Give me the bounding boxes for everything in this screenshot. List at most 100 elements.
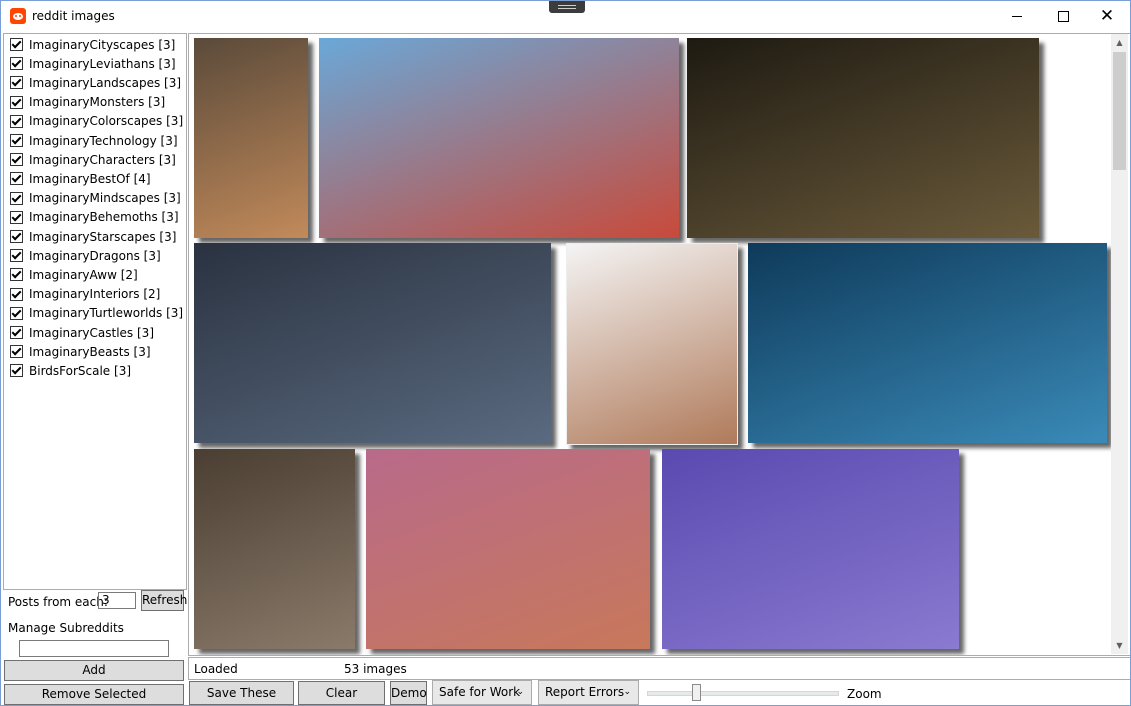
- checkbox-checked-icon[interactable]: [10, 230, 23, 243]
- minimize-button[interactable]: [994, 1, 1040, 32]
- close-icon: ✕: [1099, 6, 1115, 26]
- subreddit-item[interactable]: ImaginaryCityscapes [3]: [10, 35, 175, 54]
- save-images-button[interactable]: Save These Images: [189, 681, 294, 705]
- manage-subreddits-label: Manage Subreddits: [8, 621, 124, 635]
- checkbox-checked-icon[interactable]: [10, 210, 23, 224]
- image-gallery[interactable]: [188, 33, 1130, 656]
- subreddit-list[interactable]: ImaginaryCityscapes [3] ImaginaryLeviatha…: [3, 33, 187, 590]
- checkbox-checked-icon[interactable]: [10, 172, 23, 186]
- checkbox-checked-icon[interactable]: [10, 76, 23, 90]
- subreddit-item[interactable]: ImaginaryMonsters [3]: [10, 93, 165, 112]
- subreddit-item[interactable]: ImaginaryStarscapes [3]: [10, 227, 176, 246]
- maximize-icon: [1058, 11, 1069, 22]
- content-filter-value: Safe for Work: [439, 685, 521, 699]
- rocky-cliff-village-image[interactable]: [194, 449, 355, 649]
- add-button[interactable]: Add: [4, 660, 184, 681]
- subreddit-label: ImaginaryAww [2]: [29, 267, 138, 282]
- subreddit-label: ImaginaryLandscapes [3]: [29, 75, 182, 90]
- checkbox-checked-icon[interactable]: [10, 191, 23, 205]
- subreddit-label: ImaginaryDragons [3]: [29, 248, 161, 263]
- subreddit-label: ImaginaryLeviathans [3]: [29, 56, 176, 71]
- rainy-city-street-image[interactable]: [194, 38, 308, 238]
- subreddit-label: ImaginaryBehemoths [3]: [29, 210, 179, 225]
- gallery-scrollbar[interactable]: ▲ ▼: [1111, 34, 1128, 654]
- subreddit-item[interactable]: ImaginaryTurtleworlds [3]: [10, 304, 183, 323]
- subreddit-label: ImaginaryColorscapes [3]: [29, 114, 184, 129]
- checkbox-checked-icon[interactable]: [10, 134, 23, 147]
- subreddit-item[interactable]: ImaginaryDragons [3]: [10, 246, 161, 265]
- subreddit-label: ImaginaryTurtleworlds [3]: [29, 306, 184, 321]
- close-button[interactable]: ✕: [1084, 1, 1130, 32]
- status-text: Loaded: [194, 662, 238, 676]
- window-title: reddit images: [32, 9, 115, 23]
- checkbox-checked-icon[interactable]: [10, 95, 23, 109]
- subreddit-label: ImaginaryInteriors [2]: [29, 287, 161, 302]
- crab-monster-island-image[interactable]: [566, 243, 738, 445]
- subreddit-label: ImaginaryBestOf [4]: [29, 171, 151, 186]
- subreddit-item[interactable]: ImaginaryMindscapes [3]: [10, 189, 181, 208]
- clear-messages-button[interactable]: Clear Messages: [298, 681, 385, 705]
- giant-robots-beach-image[interactable]: [662, 449, 959, 649]
- error-reporting-dropdown[interactable]: Report Errors ⌄: [538, 680, 639, 705]
- refresh-button[interactable]: Refresh: [141, 590, 187, 611]
- underwater-whale-shark-image[interactable]: [748, 243, 1107, 443]
- subreddit-label: ImaginaryTechnology [3]: [29, 133, 178, 148]
- checkbox-checked-icon[interactable]: [10, 153, 23, 167]
- checkbox-checked-icon[interactable]: [10, 57, 23, 71]
- demo-button[interactable]: Demo: [390, 681, 427, 705]
- subreddit-item[interactable]: ImaginaryTechnology [3]: [10, 131, 178, 150]
- checkbox-checked-icon[interactable]: [10, 268, 23, 282]
- subreddit-name-input[interactable]: [19, 640, 169, 657]
- checkbox-checked-icon[interactable]: [10, 287, 23, 301]
- chevron-down-icon: ⌄: [623, 687, 631, 697]
- scroll-down-arrow-icon[interactable]: ▼: [1111, 637, 1128, 654]
- title-bar[interactable]: reddit images ✕: [1, 1, 1130, 32]
- minimize-icon: [1012, 16, 1022, 17]
- dark-batman-city-image[interactable]: [687, 38, 1039, 238]
- subreddit-item[interactable]: ImaginaryCastles [3]: [10, 323, 154, 342]
- subreddit-label: ImaginaryCharacters [3]: [29, 152, 176, 167]
- error-reporting-value: Report Errors: [545, 685, 625, 699]
- checkbox-checked-icon[interactable]: [10, 306, 23, 320]
- window-drag-grip[interactable]: [549, 1, 585, 13]
- subreddit-label: ImaginaryMonsters [3]: [29, 95, 166, 110]
- remove-selected-button[interactable]: Remove Selected: [4, 684, 184, 705]
- subreddit-label: ImaginaryMindscapes [3]: [29, 191, 181, 206]
- checkbox-checked-icon[interactable]: [10, 364, 23, 378]
- zoom-slider-track[interactable]: [647, 691, 839, 696]
- zoom-slider-thumb[interactable]: [692, 684, 702, 701]
- subreddit-label: ImaginaryCastles [3]: [29, 325, 154, 340]
- chevron-down-icon: ⌄: [516, 687, 524, 697]
- subreddit-label: ImaginaryStarscapes [3]: [29, 229, 177, 244]
- subreddit-item[interactable]: ImaginaryColorscapes [3]: [10, 112, 183, 131]
- subreddit-label: BirdsForScale [3]: [29, 363, 132, 378]
- reddit-logo-icon: [10, 8, 26, 24]
- status-bar: Loaded 53 images: [188, 657, 1130, 680]
- checkbox-checked-icon[interactable]: [10, 38, 23, 51]
- checkbox-checked-icon[interactable]: [10, 326, 23, 339]
- posts-count-input[interactable]: 3: [98, 592, 136, 609]
- scroll-up-arrow-icon[interactable]: ▲: [1111, 34, 1128, 51]
- subreddit-item[interactable]: BirdsForScale [3]: [10, 361, 131, 380]
- subreddit-item[interactable]: ImaginaryCharacters [3]: [10, 150, 176, 169]
- zoom-label: Zoom: [847, 687, 882, 701]
- subreddit-item[interactable]: ImaginaryInteriors [2]: [10, 285, 160, 304]
- subreddit-label: ImaginaryCityscapes [3]: [29, 37, 176, 52]
- subreddit-item[interactable]: ImaginaryBehemoths [3]: [10, 208, 179, 227]
- dark-fantasy-landscape-image[interactable]: [194, 243, 551, 443]
- subreddit-item[interactable]: ImaginaryLandscapes [3]: [10, 73, 181, 92]
- posts-from-each-label: Posts from each:: [8, 595, 108, 609]
- alien-rings-landscape-image[interactable]: [366, 449, 650, 649]
- image-count-text: 53 images: [344, 662, 407, 676]
- thai-street-tuk-tuk-image[interactable]: [319, 38, 679, 238]
- subreddit-item[interactable]: ImaginaryAww [2]: [10, 265, 138, 284]
- checkbox-checked-icon[interactable]: [10, 345, 23, 359]
- content-filter-dropdown[interactable]: Safe for Work ⌄: [432, 680, 532, 705]
- subreddit-item[interactable]: ImaginaryBestOf [4]: [10, 169, 151, 188]
- scrollbar-thumb[interactable]: [1113, 52, 1126, 170]
- maximize-button[interactable]: [1040, 1, 1086, 32]
- checkbox-checked-icon[interactable]: [10, 114, 23, 128]
- checkbox-checked-icon[interactable]: [10, 249, 23, 263]
- subreddit-item[interactable]: ImaginaryBeasts [3]: [10, 342, 151, 361]
- subreddit-item[interactable]: ImaginaryLeviathans [3]: [10, 54, 176, 73]
